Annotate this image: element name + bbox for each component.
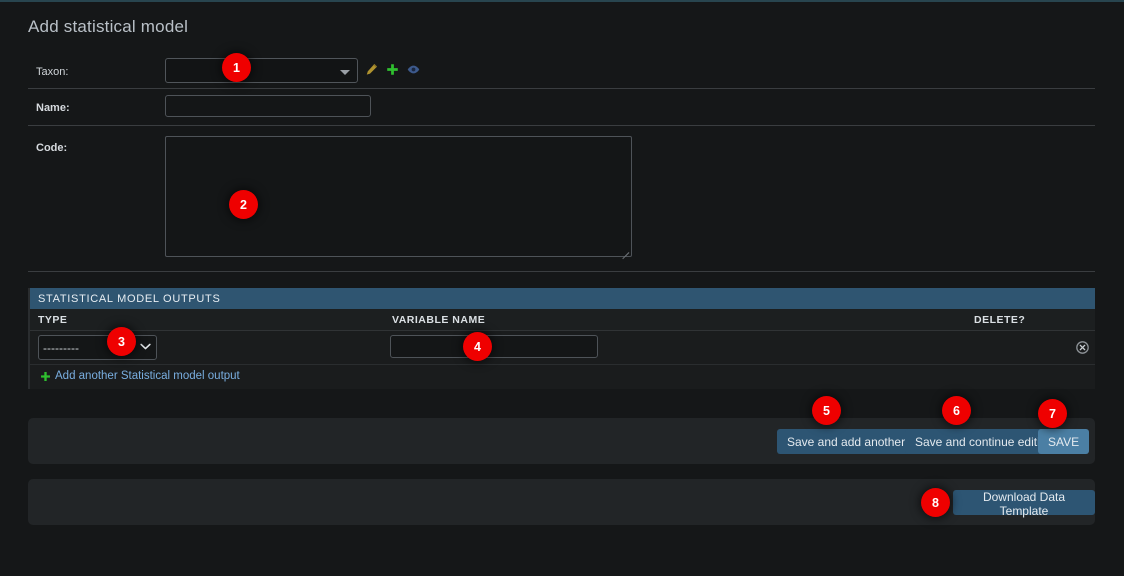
name-input[interactable] bbox=[165, 95, 371, 117]
marker-4: 4 bbox=[463, 332, 492, 361]
code-label: Code: bbox=[36, 142, 68, 154]
add-another-row: Add another Statistical model output bbox=[30, 365, 1095, 389]
marker-2: 2 bbox=[229, 190, 258, 219]
taxon-select[interactable] bbox=[165, 58, 358, 83]
delete-circle-x-icon[interactable] bbox=[1076, 341, 1089, 354]
output-variable-name-input[interactable] bbox=[390, 335, 598, 358]
save-and-add-another-button[interactable]: Save and add another bbox=[777, 429, 916, 454]
add-plus-icon[interactable] bbox=[386, 63, 399, 76]
page-title: Add statistical model bbox=[28, 17, 189, 36]
save-button[interactable]: SAVE bbox=[1038, 429, 1090, 454]
marker-8: 8 bbox=[921, 488, 950, 517]
marker-5: 5 bbox=[812, 396, 841, 425]
column-header-type: TYPE bbox=[38, 314, 68, 326]
view-eye-icon[interactable] bbox=[407, 63, 420, 76]
add-another-statistical-model-output-link[interactable]: Add another Statistical model output bbox=[55, 370, 240, 382]
name-label: Name: bbox=[36, 102, 70, 114]
marker-3: 3 bbox=[107, 327, 136, 356]
table-row: --------- bbox=[30, 331, 1095, 365]
download-data-template-button[interactable]: Download Data Template bbox=[953, 490, 1095, 518]
marker-6: 6 bbox=[942, 396, 971, 425]
submit-row: Save and add another Save and continue e… bbox=[28, 418, 1095, 464]
column-header-delete: DELETE? bbox=[974, 314, 1026, 326]
marker-7: 7 bbox=[1038, 399, 1067, 428]
taxon-related-widget-icons bbox=[365, 63, 420, 76]
admin-add-statistical-model-page: Add statistical model Taxon: Name: Code:… bbox=[0, 0, 1124, 576]
chevron-down-icon bbox=[340, 70, 350, 75]
edit-pencil-icon[interactable] bbox=[365, 63, 378, 76]
marker-1: 1 bbox=[222, 53, 251, 82]
output-type-select[interactable]: --------- bbox=[38, 335, 157, 360]
form-row-name: Name: bbox=[28, 91, 1095, 126]
taxon-label: Taxon: bbox=[36, 66, 69, 78]
form-row-taxon: Taxon: bbox=[28, 54, 1095, 89]
table-header-row: TYPE VARIABLE NAME DELETE? bbox=[30, 309, 1095, 331]
statistical-model-outputs-group: STATISTICAL MODEL OUTPUTS TYPE VARIABLE … bbox=[28, 288, 1095, 389]
column-header-variable-name: VARIABLE NAME bbox=[392, 314, 486, 326]
group-header-title: STATISTICAL MODEL OUTPUTS bbox=[30, 288, 1095, 309]
add-plus-icon bbox=[41, 372, 50, 381]
form-row-code: Code: bbox=[28, 128, 1095, 272]
